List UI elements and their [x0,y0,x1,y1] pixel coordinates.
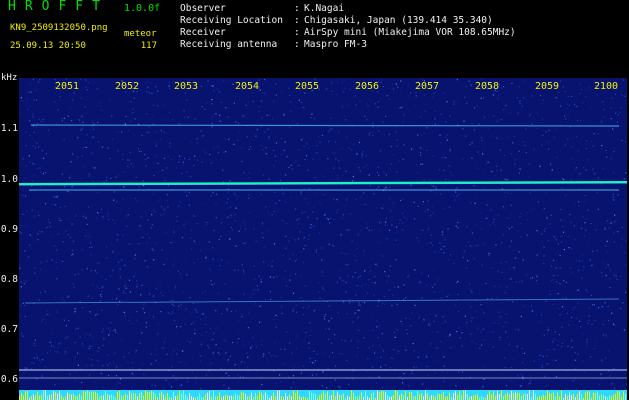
info-colon: : [294,3,300,14]
info-colon: : [294,27,300,38]
spectrogram-plot [19,78,627,400]
y-tick-label: 1.0 [0,174,18,185]
mode-label: meteor [124,29,157,39]
timestamp-label: 25.09.13 20:50 [10,41,86,51]
y-tick-label: 1.1 [0,123,18,134]
info-colon: : [294,15,300,26]
app-title: HROFFT [8,0,109,14]
info-row-receiver: Receiver: AirSpy mini (Miakejima VOR 108.… [180,27,516,39]
x-tick-label: 2056 [355,81,380,92]
y-axis-unit: kHz [1,73,18,83]
x-tick-label: 2052 [115,81,140,92]
info-value: Maspro FM-3 [304,39,367,50]
info-label: Observer [180,3,226,14]
y-tick-label: 0.6 [0,374,18,385]
x-tick-label: 2054 [235,81,260,92]
info-label: Receiving antenna [180,39,278,50]
x-tick-label: 2053 [174,81,199,92]
x-tick-label: 2100 [594,81,619,92]
info-value: Chigasaki, Japan (139.414 35.340) [304,15,493,26]
x-tick-label: 2051 [55,81,80,92]
info-row-location: Receiving Location: Chigasaki, Japan (139… [180,15,516,27]
version-label: 1.0.0f [124,3,161,14]
info-value: AirSpy mini (Miakejima VOR 108.65MHz) [304,27,516,38]
info-label: Receiving Location [180,15,283,26]
info-row-observer: Observer: K.Nagai [180,3,516,15]
x-tick-label: 2058 [475,81,500,92]
info-colon: : [294,39,300,50]
info-value: K.Nagai [304,3,345,14]
detection-count: 117 [140,41,157,51]
y-tick-label: 0.9 [0,224,18,235]
filename-label: KN9_2509132050.png [10,23,108,33]
station-info: Observer: K.Nagai Receiving Location: Chig… [180,3,516,51]
info-label: Receiver [180,27,226,38]
x-tick-label: 2055 [295,81,320,92]
y-tick-label: 0.8 [0,274,18,285]
y-tick-label: 0.7 [0,324,18,335]
x-tick-label: 2059 [535,81,560,92]
x-tick-label: 2057 [415,81,440,92]
hrofft-window: HROFFT 1.0.0f KN9_2509132050.png meteor … [0,0,629,400]
info-row-antenna: Receiving antenna: Maspro FM-3 [180,39,516,51]
